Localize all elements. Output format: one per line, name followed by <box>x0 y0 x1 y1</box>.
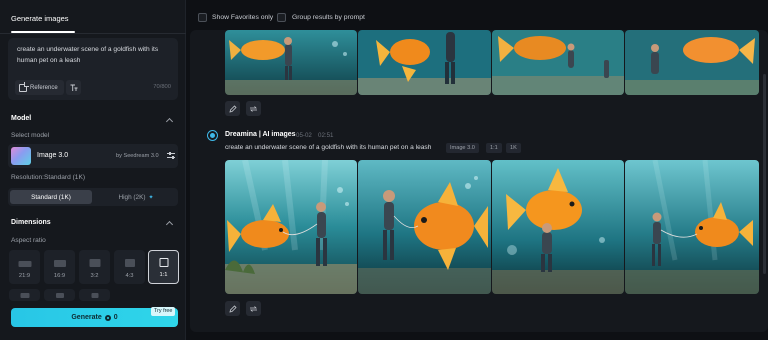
regenerate-button[interactable] <box>246 101 261 116</box>
dreamina-logo-icon <box>207 130 218 141</box>
chevron-up-icon[interactable] <box>165 220 174 229</box>
ratio-3-2[interactable]: 3:2 <box>79 250 110 284</box>
ratio-option[interactable] <box>9 289 40 301</box>
show-favorites-label[interactable]: Show Favorites only <box>212 14 273 21</box>
show-favorites-checkbox[interactable] <box>198 13 207 22</box>
reference-button[interactable]: Reference <box>15 80 64 95</box>
credit-coin-icon <box>104 314 111 321</box>
generated-image[interactable] <box>225 160 357 294</box>
generated-image[interactable] <box>492 160 624 294</box>
filter-bar: Show Favorites only Group results by pro… <box>190 0 768 30</box>
underwater-goldfish-image <box>225 30 357 95</box>
sliders-icon[interactable] <box>167 152 175 159</box>
ratio-21-9[interactable]: 21:9 <box>9 250 40 284</box>
generated-image[interactable] <box>225 30 357 95</box>
ratio-4-3[interactable]: 4:3 <box>114 250 145 284</box>
tag-model: Image 3.0 <box>446 143 479 153</box>
underwater-goldfish-image <box>625 160 759 294</box>
ratio-shape-icon <box>124 259 135 267</box>
ratio-shape-icon <box>18 261 31 267</box>
model-thumbnail <box>11 147 31 165</box>
char-count: 70/800 <box>153 84 171 90</box>
repeat-icon <box>250 105 257 112</box>
image-reference-icon <box>19 81 29 92</box>
ratio-option[interactable] <box>79 289 110 301</box>
resolution-standard[interactable]: Standard (1K) <box>10 190 92 204</box>
tab-underline <box>11 31 75 33</box>
generation-author: Dreamina | AI images <box>225 131 296 138</box>
tab-bar: Generate images <box>0 0 186 34</box>
results-panel: Dreamina | AI images 05-02 02:51 create … <box>190 30 768 332</box>
generation-prompt: create an underwater scene of a goldfish… <box>225 144 432 151</box>
regenerate-button[interactable] <box>246 301 261 316</box>
tag-resolution: 1K <box>506 143 521 153</box>
dimensions-section-title: Dimensions <box>11 219 51 226</box>
generated-image[interactable] <box>358 160 491 294</box>
repeat-icon <box>250 305 257 312</box>
main-area: Show Favorites only Group results by pro… <box>190 0 768 340</box>
resolution-label: Resolution:Standard (1K) <box>11 174 86 181</box>
generated-image[interactable] <box>492 30 624 95</box>
prompt-input[interactable]: create an underwater scene of a goldfish… <box>17 44 173 66</box>
underwater-goldfish-image <box>358 160 491 294</box>
ratio-option[interactable] <box>44 289 75 301</box>
left-sidebar: Generate images create an underwater sce… <box>0 0 186 340</box>
model-selector[interactable]: Image 3.0 by Seedream 3.0 <box>8 144 178 168</box>
sparkle-icon: ✦ <box>148 194 154 201</box>
underwater-goldfish-image <box>625 30 759 95</box>
scrollbar[interactable] <box>763 74 766 274</box>
prompt-box[interactable]: create an underwater scene of a goldfish… <box>8 38 178 100</box>
reference-label: Reference <box>30 84 58 91</box>
resolution-toggle: Standard (1K) High (2K) ✦ <box>8 188 178 206</box>
chevron-up-icon[interactable] <box>165 117 174 126</box>
underwater-goldfish-image <box>225 160 357 294</box>
text-format-button[interactable] <box>66 80 81 95</box>
ratio-1-1[interactable]: 1:1 <box>148 250 179 284</box>
model-section-title: Model <box>11 115 32 122</box>
aspect-ratio-options: 21:9 16:9 3:2 4:3 1:1 <box>9 250 179 284</box>
resolution-high[interactable]: High (2K) ✦ <box>94 188 178 206</box>
generated-image[interactable] <box>358 30 491 95</box>
edit-button[interactable] <box>225 301 240 316</box>
group-results-label[interactable]: Group results by prompt <box>292 14 365 21</box>
text-format-icon <box>70 84 77 91</box>
model-name: Image 3.0 <box>37 152 69 159</box>
generated-image[interactable] <box>625 160 759 294</box>
generation-time: 02:51 <box>318 132 334 139</box>
edit-button[interactable] <box>225 101 240 116</box>
tag-ratio: 1:1 <box>486 143 502 153</box>
underwater-goldfish-image <box>492 160 624 294</box>
try-free-badge: Try free <box>151 307 176 316</box>
model-provider: by Seedream 3.0 <box>116 153 159 159</box>
generate-label: Generate <box>71 314 102 321</box>
underwater-goldfish-image <box>358 30 491 95</box>
group-results-checkbox[interactable] <box>277 13 286 22</box>
ratio-shape-icon <box>159 258 168 267</box>
pencil-icon <box>228 104 237 113</box>
ratio-shape-icon <box>53 260 66 267</box>
aspect-ratio-label: Aspect ratio <box>11 237 46 244</box>
pencil-icon <box>228 304 237 313</box>
select-model-label: Select model <box>11 132 50 139</box>
generation-date: 05-02 <box>296 132 312 139</box>
ratio-shape-icon <box>89 259 100 267</box>
generate-cost: 0 <box>113 314 118 321</box>
aspect-ratio-options-row2 <box>9 289 179 301</box>
ratio-16-9[interactable]: 16:9 <box>44 250 75 284</box>
tab-generate-images[interactable]: Generate images <box>11 14 69 23</box>
generated-image[interactable] <box>625 30 759 95</box>
underwater-goldfish-image <box>492 30 624 95</box>
